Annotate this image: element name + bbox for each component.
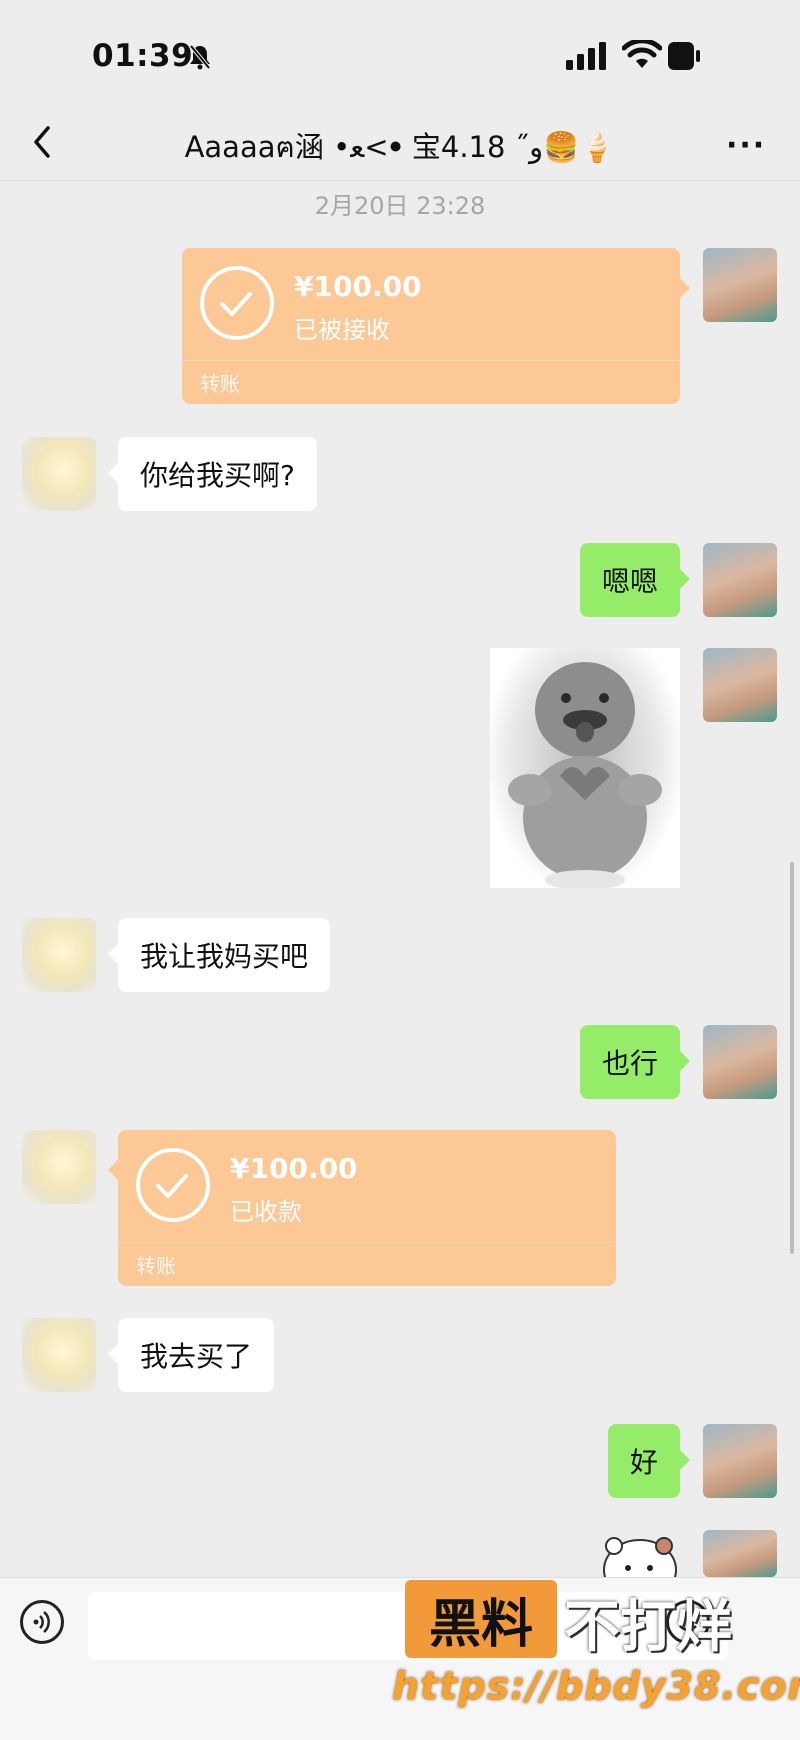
check-circle-icon — [136, 1148, 210, 1222]
voice-input-button[interactable] — [20, 1600, 64, 1644]
transfer-divider — [182, 360, 680, 361]
avatar-me[interactable] — [703, 248, 777, 322]
header-divider — [0, 180, 800, 181]
baby-heart-sticker-image[interactable] — [490, 648, 680, 890]
avatar-me[interactable] — [703, 1025, 777, 1099]
bell-muted-icon — [188, 44, 212, 74]
message-text: 你给我买啊? — [140, 459, 295, 492]
scrollbar[interactable] — [790, 862, 794, 1254]
cartoon-sticker-image[interactable] — [600, 1530, 682, 1577]
avatar-them[interactable] — [22, 918, 96, 992]
message-bubble-received[interactable]: 你给我买啊? — [108, 437, 317, 511]
message-bubble-sent[interactable]: 也行 — [579, 1025, 690, 1099]
chat-title: Aaaaaฅ涵 •ﻌ<ꔷ 宝ﻭ˝ 4.18🍔🍦 — [184, 130, 616, 164]
transfer-status: 已被接收 — [294, 316, 390, 344]
message-bubble-received[interactable]: 我让我妈买吧 — [108, 918, 331, 992]
transfer-card-received[interactable]: ¥100.00 已收款 转账 — [108, 1130, 616, 1286]
message-text: 好 — [629, 1446, 658, 1479]
transfer-label: 转账 — [136, 1254, 176, 1278]
signal-icon — [566, 42, 610, 74]
avatar-them[interactable] — [22, 1130, 96, 1204]
transfer-amount: ¥100.00 — [230, 1152, 358, 1185]
message-text: 也行 — [601, 1047, 658, 1080]
message-bubble-sent[interactable]: 嗯嗯 — [579, 543, 690, 617]
message-text: 嗯嗯 — [601, 565, 658, 598]
message-text: 我去买了 — [140, 1340, 253, 1373]
avatar-me[interactable] — [703, 648, 777, 722]
bubble-tail — [680, 1450, 690, 1470]
transfer-amount: ¥100.00 — [294, 270, 422, 303]
transfer-card-sent[interactable]: ¥100.00 已被接收 转账 — [182, 248, 690, 404]
transfer-divider — [118, 1242, 616, 1243]
bubble-tail — [680, 1051, 690, 1071]
more-options-button[interactable]: ··· — [726, 128, 766, 163]
watermark-text: 不打烊 — [564, 1595, 732, 1660]
voice-icon — [33, 1611, 50, 1633]
bubble-tail — [680, 278, 690, 298]
message-bubble-sent[interactable]: 好 — [607, 1424, 690, 1498]
avatar-me[interactable] — [703, 1530, 777, 1577]
avatar-me[interactable] — [703, 543, 777, 617]
message-timestamp: 2月20日 23:28 — [314, 192, 486, 220]
bubble-tail — [108, 1160, 118, 1180]
bubble-tail — [108, 463, 118, 483]
watermark-badge: 黑料 — [405, 1580, 557, 1658]
cartoon-sticker-icon — [603, 1537, 677, 1577]
avatar-me[interactable] — [703, 1424, 777, 1498]
bubble-tail — [108, 1344, 118, 1364]
avatar-them[interactable] — [22, 1318, 96, 1392]
transfer-label: 转账 — [200, 372, 240, 396]
message-bubble-received[interactable]: 我去买了 — [108, 1318, 275, 1392]
battery-icon — [668, 40, 702, 76]
bubble-tail — [108, 944, 118, 964]
bubble-tail — [680, 569, 690, 589]
check-circle-icon — [200, 266, 274, 340]
status-time: 01:39 — [92, 38, 194, 74]
baby-heart-sticker-icon — [508, 662, 662, 890]
watermark-url: https://bbdy38.com — [392, 1664, 800, 1708]
transfer-status: 已收款 — [230, 1198, 302, 1226]
message-text: 我让我妈买吧 — [140, 940, 309, 973]
wifi-icon — [621, 38, 663, 74]
avatar-them[interactable] — [22, 437, 96, 511]
